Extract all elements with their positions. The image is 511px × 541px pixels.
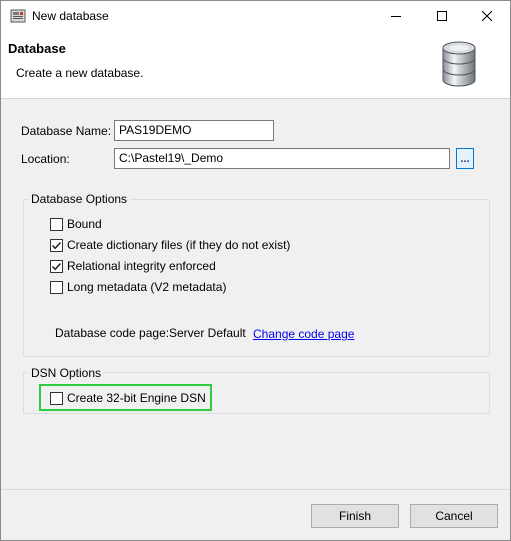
browse-button[interactable]: ... (456, 148, 474, 169)
database-name-input[interactable]: PAS19DEMO (114, 120, 274, 141)
create-32bit-dsn-checkbox-row[interactable]: Create 32-bit Engine DSN (50, 390, 206, 406)
database-icon (441, 40, 477, 88)
cancel-button[interactable]: Cancel (410, 504, 498, 528)
window-title: New database (32, 9, 109, 23)
relational-integrity-checkbox-row[interactable]: Relational integrity enforced (50, 258, 216, 274)
finish-button[interactable]: Finish (311, 504, 399, 528)
checkmark-icon (51, 262, 62, 270)
bound-checkbox-row[interactable]: Bound (50, 216, 102, 232)
header-subtitle: Create a new database. (16, 66, 144, 80)
location-label: Location: (21, 152, 70, 166)
checkmark-icon (51, 241, 62, 249)
new-database-dialog: New database Database Create a new datab… (0, 0, 511, 541)
title-bar[interactable]: New database (1, 1, 510, 31)
create-dictionary-label: Create dictionary files (if they do not … (67, 238, 291, 252)
bound-checkbox[interactable] (50, 217, 63, 231)
maximize-icon (437, 11, 447, 21)
database-name-label: Database Name: (21, 124, 112, 138)
long-metadata-checkbox-row[interactable]: Long metadata (V2 metadata) (50, 279, 226, 295)
close-button[interactable] (464, 1, 510, 31)
header-title: Database (8, 41, 66, 56)
create-dictionary-checkbox-row[interactable]: Create dictionary files (if they do not … (50, 237, 290, 253)
code-page-label: Database code page: (55, 326, 170, 340)
minimize-button[interactable] (373, 1, 419, 31)
minimize-icon (391, 16, 401, 17)
database-app-icon (10, 9, 26, 23)
maximize-button[interactable] (419, 1, 465, 31)
long-metadata-checkbox[interactable] (50, 280, 63, 294)
change-code-page-link[interactable]: Change code page (253, 327, 354, 341)
code-page-value: Server Default (169, 326, 246, 340)
database-options-title: Database Options (28, 192, 131, 206)
dialog-header: Database Create a new database. (1, 31, 510, 99)
long-metadata-label: Long metadata (V2 metadata) (67, 280, 227, 294)
create-32bit-dsn-checkbox[interactable] (50, 391, 63, 405)
relational-integrity-checkbox[interactable] (50, 259, 63, 273)
relational-integrity-label: Relational integrity enforced (67, 259, 216, 273)
create-32bit-dsn-label: Create 32-bit Engine DSN (67, 391, 206, 405)
bound-label: Bound (67, 217, 102, 231)
dsn-options-title: DSN Options (28, 366, 105, 380)
create-dictionary-checkbox[interactable] (50, 238, 63, 252)
close-icon (482, 11, 492, 21)
location-input[interactable]: C:\Pastel19\_Demo (114, 148, 450, 169)
button-bar-divider (1, 489, 510, 490)
